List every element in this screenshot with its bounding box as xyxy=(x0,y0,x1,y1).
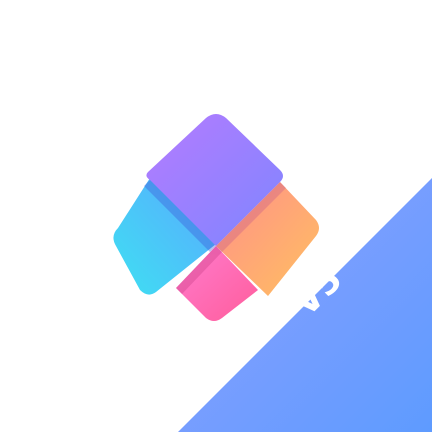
app-icon-canvas: V5 xyxy=(0,0,432,432)
version-corner-ribbon xyxy=(178,178,432,432)
